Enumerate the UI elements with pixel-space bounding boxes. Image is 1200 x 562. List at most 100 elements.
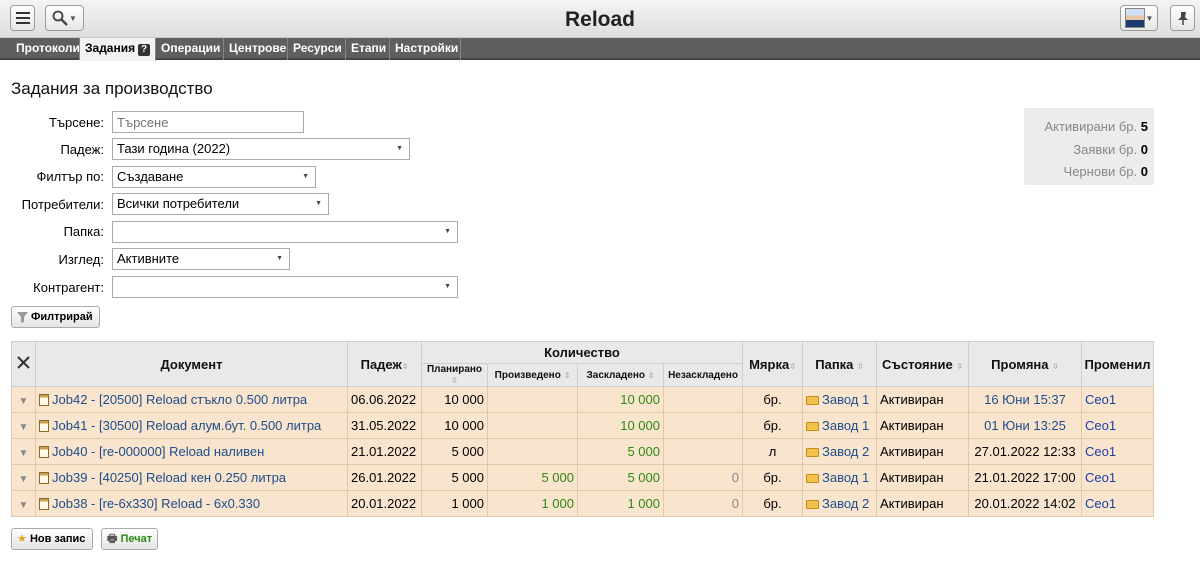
tab-resources[interactable]: Ресурси (288, 38, 346, 60)
tab-operations[interactable]: Операции (156, 38, 224, 60)
modified-cell: 16 Юни 15:37 (968, 386, 1082, 413)
table-row[interactable]: ▼ Job42 - [20500] Reload стъкло 0.500 ли… (11, 386, 1154, 413)
help-icon[interactable]: ? (138, 44, 151, 56)
tab-centers[interactable]: Центрове (224, 38, 288, 60)
row-menu-cell[interactable]: ▼ (11, 438, 36, 465)
stat-value: 0 (1140, 164, 1148, 179)
pin-button[interactable] (1170, 5, 1195, 31)
modified-by-link[interactable]: Ceo1 (1081, 386, 1154, 413)
table-row[interactable]: ▼ Job40 - [re-000000] Reload наливен 21.… (11, 438, 1154, 465)
tab-protocols[interactable]: Протоколи (11, 38, 80, 60)
row-expand-icon[interactable]: ▼ (19, 448, 29, 459)
col-document[interactable]: Документ (35, 341, 348, 387)
view-value: Активните (117, 251, 180, 266)
col-deadline[interactable]: Падеж⇳ (347, 341, 422, 387)
tab-stages[interactable]: Етапи (346, 38, 390, 60)
allocated-cell: 5 000 (577, 438, 664, 465)
modified-by-link[interactable]: Ceo1 (1081, 490, 1154, 517)
unit-cell: бр. (742, 412, 803, 439)
users-select[interactable]: Всички потребители ▼ (112, 193, 329, 215)
produced-cell: 5 000 (487, 464, 578, 491)
jobs-table: Документ Падеж⇳ Количество Мярка⇳ Папка … (11, 341, 1154, 517)
folder-select[interactable]: ▼ (112, 221, 458, 243)
col-quantity: Количество (421, 341, 743, 364)
document-link[interactable]: Job40 - [re-000000] Reload наливен (52, 444, 264, 459)
document-cell[interactable]: Job40 - [re-000000] Reload наливен (35, 438, 348, 465)
folder-link[interactable]: Завод 1 (822, 418, 869, 433)
app-title: Reload (564, 8, 635, 31)
row-menu-cell[interactable]: ▼ (11, 386, 36, 413)
document-link[interactable]: Job42 - [20500] Reload стъкло 0.500 литр… (52, 392, 307, 407)
col-unit[interactable]: Мярка⇳ (742, 341, 803, 387)
col-folder-label: Папка (815, 356, 854, 372)
col-planned[interactable]: Планирано ⇳ (421, 363, 488, 387)
folder-link[interactable]: Завод 1 (822, 392, 869, 407)
new-record-button[interactable]: ★ Нов запис (11, 528, 93, 550)
print-button[interactable]: 🖶 Печат (101, 528, 158, 550)
folder-link[interactable]: Завод 2 (822, 444, 869, 459)
document-cell[interactable]: Job41 - [30500] Reload алум.бут. 0.500 л… (35, 412, 348, 439)
document-link[interactable]: Job41 - [30500] Reload алум.бут. 0.500 л… (52, 418, 321, 433)
table-row[interactable]: ▼ Job38 - [re-6x330] Reload - 6x0.330 20… (11, 490, 1154, 517)
row-menu-cell[interactable]: ▼ (11, 490, 36, 517)
modified-by-link[interactable]: Ceo1 (1081, 464, 1154, 491)
deadline-value: Тази година (2022) (117, 141, 231, 156)
document-cell[interactable]: Job39 - [40250] Reload кен 0.250 литра (35, 464, 348, 491)
deadline-select[interactable]: Тази година (2022) ▼ (112, 138, 410, 160)
deadline-cell: 21.01.2022 (347, 438, 422, 465)
unit-cell: бр. (742, 490, 803, 517)
sort-icon: ⇳ (789, 361, 796, 371)
col-folder[interactable]: Папка ⇳ (802, 341, 877, 387)
tools-header (11, 341, 36, 387)
user-menu-button[interactable]: ▼ (1120, 5, 1158, 31)
filter-by-value: Създаване (117, 169, 184, 184)
col-modified[interactable]: Промяна ⇳ (968, 341, 1082, 387)
document-icon (39, 472, 49, 484)
row-menu-cell[interactable]: ▼ (11, 412, 36, 439)
folder-link[interactable]: Завод 1 (822, 470, 869, 485)
table-row[interactable]: ▼ Job39 - [40250] Reload кен 0.250 литра… (11, 464, 1154, 491)
row-menu-cell[interactable]: ▼ (11, 464, 36, 491)
col-modified-by[interactable]: Променил (1081, 341, 1154, 387)
contractor-select[interactable]: ▼ (112, 276, 458, 298)
tab-settings[interactable]: Настройки (390, 38, 461, 60)
folder-cell[interactable]: Завод 1 (802, 386, 877, 413)
folder-cell[interactable]: Завод 2 (802, 490, 877, 517)
table-row[interactable]: ▼ Job41 - [30500] Reload алум.бут. 0.500… (11, 412, 1154, 439)
top-bar: ▼ Reload ▼ (0, 0, 1200, 38)
document-icon (39, 420, 49, 432)
col-allocated[interactable]: Заскладено ⇳ (577, 363, 664, 387)
document-link[interactable]: Job39 - [40250] Reload кен 0.250 литра (52, 470, 286, 485)
chevron-down-icon: ▼ (276, 255, 283, 262)
row-expand-icon[interactable]: ▼ (19, 422, 29, 433)
filter-by-select[interactable]: Създаване ▼ (112, 166, 316, 188)
chevron-down-icon: ▼ (302, 173, 309, 180)
deadline-cell: 31.05.2022 (347, 412, 422, 439)
modified-by-link[interactable]: Ceo1 (1081, 412, 1154, 439)
folder-cell[interactable]: Завод 2 (802, 438, 877, 465)
tab-jobs[interactable]: Задания? (80, 38, 156, 61)
col-modified-label: Промяна (991, 356, 1049, 372)
folder-link[interactable]: Завод 2 (822, 496, 869, 511)
col-produced[interactable]: Произведено ⇳ (487, 363, 578, 387)
view-select[interactable]: Активните ▼ (112, 248, 290, 270)
row-expand-icon[interactable]: ▼ (19, 500, 29, 511)
chevron-down-icon: ▼ (444, 228, 451, 235)
folder-cell[interactable]: Завод 1 (802, 412, 877, 439)
document-cell[interactable]: Job38 - [re-6x330] Reload - 6x0.330 (35, 490, 348, 517)
chevron-down-icon: ▼ (1145, 13, 1154, 23)
stat-label: Активирани бр. (1044, 119, 1138, 134)
col-unallocated[interactable]: Незаскладено (663, 363, 743, 387)
sort-icon: ⇳ (401, 361, 409, 371)
row-expand-icon[interactable]: ▼ (19, 474, 29, 485)
document-link[interactable]: Job38 - [re-6x330] Reload - 6x0.330 (52, 496, 260, 511)
modified-by-link[interactable]: Ceo1 (1081, 438, 1154, 465)
planned-cell: 5 000 (421, 464, 488, 491)
document-cell[interactable]: Job42 - [20500] Reload стъкло 0.500 литр… (35, 386, 348, 413)
folder-label: Папка: (63, 224, 104, 239)
folder-cell[interactable]: Завод 1 (802, 464, 877, 491)
filter-button[interactable]: Филтрирай (11, 306, 100, 328)
search-input[interactable] (112, 111, 304, 133)
row-expand-icon[interactable]: ▼ (19, 396, 29, 407)
col-state[interactable]: Състояние ⇳ (876, 341, 969, 387)
